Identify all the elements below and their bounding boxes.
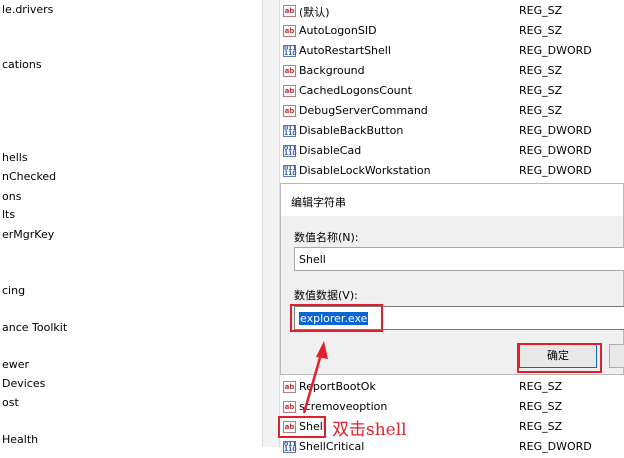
value-type: REG_SZ <box>519 380 563 393</box>
value-type: REG_SZ <box>519 4 563 17</box>
value-type: REG_DWORD <box>519 124 592 137</box>
value-data-highlight-box <box>290 304 383 332</box>
string-value-icon: ab <box>283 105 296 117</box>
value-row-cachedlogonscount[interactable]: ab CachedLogonsCount REG_SZ <box>280 82 624 102</box>
cancel-button[interactable] <box>609 344 624 368</box>
tree-node[interactable]: ance Toolkit <box>2 321 67 334</box>
tree-node[interactable]: cations <box>2 58 42 71</box>
binary-value-icon: 011 110 <box>283 165 297 177</box>
value-name: DisableBackButton <box>299 124 404 137</box>
string-value-icon: ab <box>283 65 296 77</box>
string-value-icon: ab <box>283 85 296 97</box>
value-type: REG_DWORD <box>519 44 592 57</box>
value-name: Background <box>299 64 365 77</box>
value-row-autologonsid[interactable]: ab AutoLogonSID REG_SZ <box>280 22 624 42</box>
tree-node[interactable]: ost <box>2 396 19 409</box>
value-type: REG_SZ <box>519 400 563 413</box>
tree-node[interactable]: cing <box>2 284 25 297</box>
value-data-label: 数值数据(V): <box>294 289 358 302</box>
value-row-disablebackbutton[interactable]: 011 110 DisableBackButton REG_DWORD <box>280 122 624 142</box>
ok-button-highlight-box <box>517 343 602 373</box>
value-type: REG_SZ <box>519 420 563 433</box>
tree-node[interactable]: erMgrKey <box>2 228 54 241</box>
value-row-disablecad[interactable]: 011 110 DisableCad REG_DWORD <box>280 142 624 162</box>
value-row-debugservercommand[interactable]: ab DebugServerCommand REG_SZ <box>280 102 624 122</box>
value-name-label: 数值名称(N): <box>294 231 359 244</box>
value-row-shellcritical[interactable]: 011 110 ShellCritical REG_DWORD <box>280 438 624 458</box>
string-value-icon: ab <box>283 25 296 37</box>
value-type: REG_SZ <box>519 84 563 97</box>
value-name: CachedLogonsCount <box>299 84 412 97</box>
tree-node[interactable]: nChecked <box>2 170 56 183</box>
value-type: REG_SZ <box>519 24 563 37</box>
pane-splitter[interactable] <box>262 0 280 447</box>
value-name: DebugServerCommand <box>299 104 428 117</box>
tree-node[interactable]: lts <box>2 208 15 221</box>
value-name: AutoLogonSID <box>299 24 377 37</box>
value-name: DisableCad <box>299 144 362 157</box>
dialog-title-bar[interactable]: 编辑字符串 <box>281 184 623 216</box>
tree-node[interactable]: hells <box>2 151 28 164</box>
value-name: DisableLockWorkstation <box>299 164 431 177</box>
value-type: REG_SZ <box>519 104 563 117</box>
value-name: AutoRestartShell <box>299 44 391 57</box>
value-name-text: Shell <box>299 253 326 266</box>
tree-node[interactable]: Health <box>2 433 38 446</box>
tree-node[interactable]: le.drivers <box>2 3 53 16</box>
dialog-title: 编辑字符串 <box>291 196 346 209</box>
value-row--[interactable]: ab (默认) REG_SZ <box>280 2 624 22</box>
string-value-icon: ab <box>283 5 296 17</box>
binary-value-icon: 011 110 <box>283 125 297 137</box>
binary-value-icon: 011 110 <box>283 441 297 453</box>
value-row-autorestartshell[interactable]: 011 110 AutoRestartShell REG_DWORD <box>280 42 624 62</box>
binary-value-icon: 011 110 <box>283 45 297 57</box>
binary-value-icon: 011 110 <box>283 145 297 157</box>
registry-key-tree[interactable]: le.drivers cations hells nChecked ons lts erMg… <box>0 0 262 447</box>
value-row-background[interactable]: ab Background REG_SZ <box>280 62 624 82</box>
tree-node[interactable]: Devices <box>2 377 45 390</box>
tree-node[interactable]: ewer <box>2 358 29 371</box>
tree-node[interactable]: ons <box>2 190 21 203</box>
value-row-disablelockworkstation[interactable]: 011 110 DisableLockWorkstation REG_DWORD <box>280 162 624 182</box>
annotation-double-click-shell: 双击shell <box>332 420 407 440</box>
value-type: REG_SZ <box>519 64 563 77</box>
value-type: REG_DWORD <box>519 144 592 157</box>
value-type: REG_DWORD <box>519 164 592 177</box>
value-name-field[interactable]: Shell <box>294 247 624 271</box>
value-name: (默认) <box>299 6 330 19</box>
annotation-arrow-icon <box>302 341 328 414</box>
